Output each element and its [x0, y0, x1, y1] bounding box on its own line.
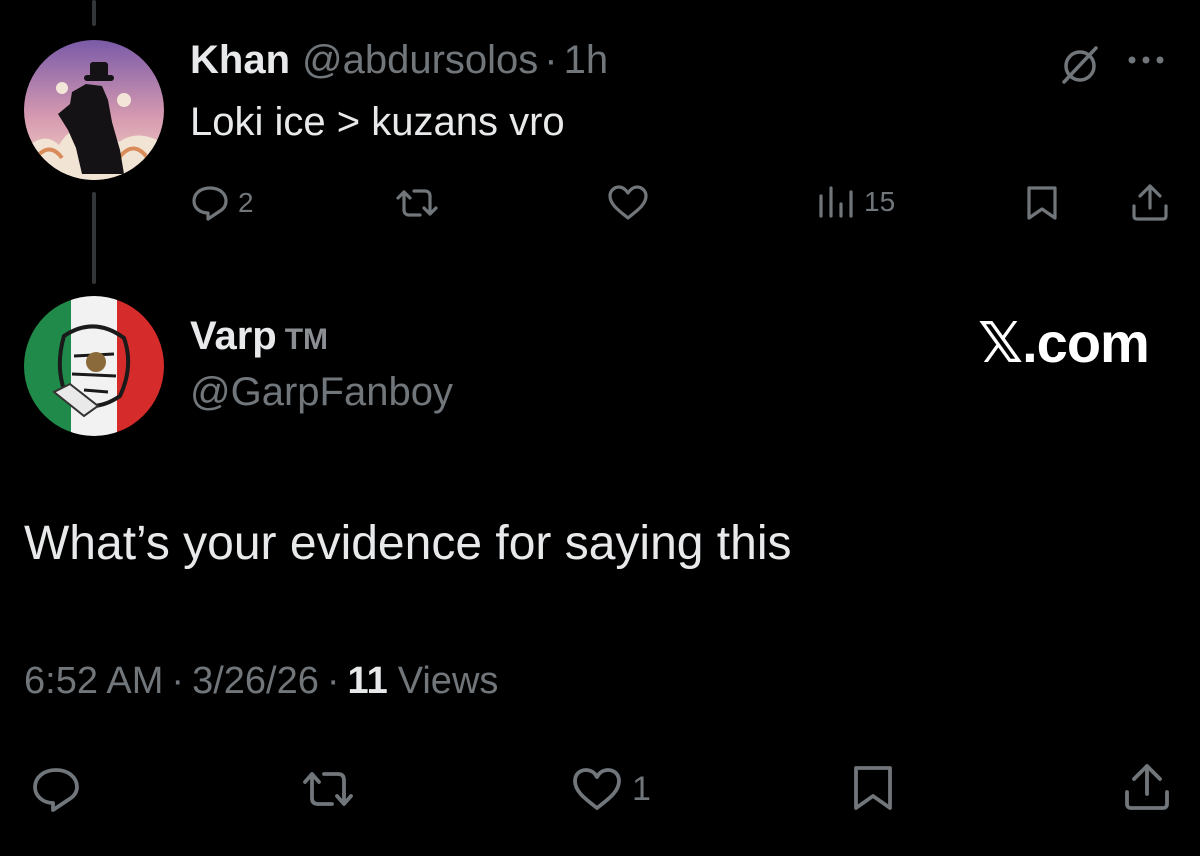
parent-like-button[interactable]: [606, 184, 658, 222]
reply-bookmark-button[interactable]: [850, 764, 896, 812]
reply-views-count[interactable]: 11: [348, 660, 388, 703]
grok-icon[interactable]: [1058, 42, 1102, 91]
retweet-icon: [303, 772, 353, 806]
reply-reply-button[interactable]: [30, 766, 90, 812]
reply-tm-badge: TM: [284, 323, 329, 356]
bookmark-icon: [854, 766, 892, 810]
parent-views-button[interactable]: 15: [816, 184, 895, 220]
meta-separator: ·: [326, 660, 340, 702]
reply-icon: [192, 186, 228, 221]
parent-bookmark-button[interactable]: [1024, 184, 1060, 222]
avatar-varp[interactable]: [24, 296, 164, 436]
bookmark-icon: [1027, 186, 1057, 220]
reply-share-button[interactable]: [1122, 762, 1172, 812]
reply-retweet-button[interactable]: [300, 766, 364, 812]
like-icon: [608, 185, 648, 220]
reply-tweet-text: What’s your evidence for saying this: [24, 517, 792, 570]
parent-time-separator: ·: [544, 38, 558, 82]
reply-display-name[interactable]: Varp TM: [190, 314, 328, 359]
retweet-icon: [396, 189, 438, 217]
parent-display-name[interactable]: Khan: [190, 38, 290, 83]
parent-tweet-header: Khan @abdursolos · 1h: [190, 38, 608, 86]
views-icon: [819, 186, 853, 218]
reply-views-label[interactable]: Views: [398, 660, 499, 703]
parent-handle[interactable]: @abdursolos: [302, 38, 538, 83]
share-icon: [1125, 764, 1169, 810]
parent-retweet-button[interactable]: [394, 184, 448, 222]
reply-date[interactable]: 3/26/26: [192, 660, 319, 703]
reply-time[interactable]: 6:52 AM: [24, 660, 163, 703]
parent-share-button[interactable]: [1130, 182, 1170, 222]
thread-line-connector: [92, 192, 96, 284]
reply-handle[interactable]: @GarpFanboy: [190, 370, 453, 415]
avatar-khan[interactable]: [24, 40, 164, 180]
parent-timestamp[interactable]: 1h: [564, 38, 609, 83]
parent-reply-count: 2: [238, 187, 254, 218]
share-icon: [1132, 184, 1168, 221]
x-com-watermark: 𝕏.com: [978, 311, 1150, 374]
parent-views-count: 15: [864, 186, 896, 217]
reply-like-count: 1: [632, 769, 651, 808]
meta-separator: ·: [171, 660, 185, 702]
reply-icon: [33, 768, 79, 812]
reply-like-button[interactable]: 1: [570, 766, 651, 812]
like-icon: [573, 768, 621, 810]
reply-name-text: Varp: [190, 314, 277, 358]
reply-meta-line: 6:52 AM · 3/26/26 · 11 Views: [24, 660, 498, 703]
parent-reply-button[interactable]: 2: [190, 184, 254, 222]
thread-line-top: [92, 0, 96, 26]
more-icon[interactable]: [1126, 52, 1170, 73]
parent-tweet-text: Loki ice > kuzans vro: [190, 100, 565, 144]
